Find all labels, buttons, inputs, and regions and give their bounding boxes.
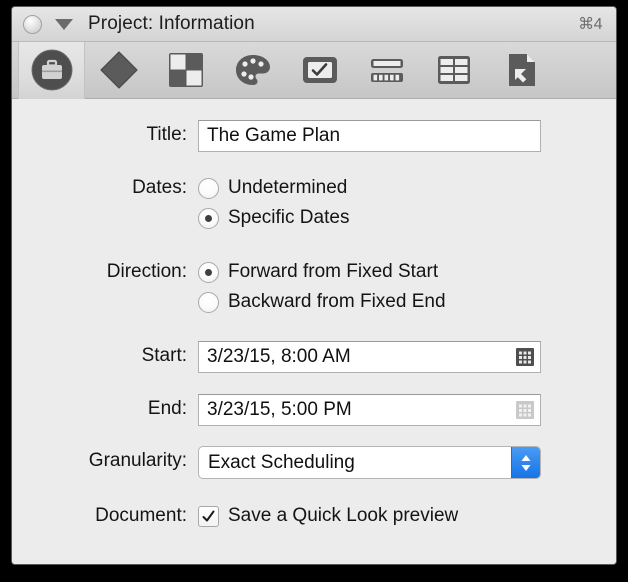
end-calendar-grid-icon[interactable] — [516, 401, 534, 419]
chevron-up-down-icon[interactable] — [511, 447, 540, 478]
radio-icon-undetermined — [198, 177, 219, 199]
inspector-form: Title: The Game Plan Dates: Undetermined… — [12, 99, 616, 564]
start-date-value: 3/23/15, 8:00 AM — [207, 346, 351, 367]
bar-levels-icon — [370, 59, 403, 82]
granularity-value: Exact Scheduling — [208, 451, 355, 473]
start-label: Start: — [141, 345, 187, 366]
diamond-icon — [99, 51, 138, 89]
checkmark-icon — [202, 510, 215, 521]
titlebar: Project: Information ⌘4 — [12, 7, 616, 42]
radio-label-specific-dates: Specific Dates — [228, 207, 350, 228]
dates-label: Dates: — [132, 177, 187, 198]
row-start: Start: 3/23/15, 8:00 AM — [12, 341, 616, 373]
close-orb-button[interactable] — [23, 14, 42, 34]
palette-icon — [235, 55, 270, 85]
checkbox-in-frame-icon — [302, 57, 337, 83]
granularity-popup-button[interactable]: Exact Scheduling — [198, 446, 541, 479]
briefcase-icon — [31, 49, 72, 91]
radio-label-backward: Backward from Fixed End — [228, 291, 446, 312]
row-dates: Dates: Undetermined Specific Dates — [12, 173, 616, 233]
title-value: The Game Plan — [207, 125, 341, 146]
end-date-input[interactable]: 3/23/15, 5:00 PM — [198, 394, 541, 426]
quick-look-checkbox-row[interactable]: Save a Quick Look preview — [198, 501, 616, 531]
radio-direction-forward[interactable]: Forward from Fixed Start — [198, 257, 616, 287]
radio-icon-forward-selected — [198, 261, 219, 283]
start-calendar-grid-icon[interactable] — [516, 348, 534, 366]
start-date-input[interactable]: 3/23/15, 8:00 AM — [198, 341, 541, 373]
row-direction: Direction: Forward from Fixed Start Back… — [12, 257, 616, 317]
end-label: End: — [147, 398, 187, 419]
row-document: Document: Save a Quick Look preview — [12, 501, 616, 531]
toolbar-tab-form[interactable] — [286, 42, 353, 99]
radio-icon-specific-dates-selected — [198, 207, 219, 229]
inspector-window: Project: Information ⌘4 Title: The Game … — [11, 6, 617, 565]
toolbar-tab-task[interactable] — [85, 42, 152, 99]
keyboard-shortcut-label: ⌘4 — [578, 16, 602, 33]
disclosure-triangle-icon[interactable] — [55, 18, 73, 30]
title-input[interactable]: The Game Plan — [198, 120, 541, 152]
radio-label-undetermined: Undetermined — [228, 177, 348, 198]
document-arrow-icon — [508, 54, 535, 86]
row-title: Title: The Game Plan — [12, 120, 616, 152]
row-granularity: Granularity: Exact Scheduling — [12, 446, 616, 479]
checkerboard-icon — [168, 53, 203, 87]
table-grid-icon — [437, 56, 470, 84]
direction-label: Direction: — [106, 261, 187, 282]
toolbar-tab-assignments[interactable] — [152, 42, 219, 99]
toolbar-tab-attachment[interactable] — [487, 42, 554, 99]
radio-icon-backward — [198, 291, 219, 313]
toolbar-tab-table[interactable] — [420, 42, 487, 99]
row-end: End: 3/23/15, 5:00 PM — [12, 394, 616, 426]
quick-look-checkbox-label: Save a Quick Look preview — [228, 505, 459, 526]
window-title: Project: Information — [88, 13, 255, 34]
inspector-toolbar — [12, 41, 616, 99]
end-date-value: 3/23/15, 5:00 PM — [207, 399, 352, 420]
toolbar-tab-project[interactable] — [18, 41, 85, 99]
radio-direction-backward[interactable]: Backward from Fixed End — [198, 287, 616, 317]
radio-label-forward: Forward from Fixed Start — [228, 261, 439, 282]
title-label: Title: — [146, 124, 187, 145]
document-label: Document: — [95, 505, 187, 526]
radio-dates-specific[interactable]: Specific Dates — [198, 203, 616, 233]
toolbar-tab-chart[interactable] — [353, 42, 420, 99]
toolbar-tab-styles[interactable] — [219, 42, 286, 99]
radio-dates-undetermined[interactable]: Undetermined — [198, 173, 616, 203]
granularity-label: Granularity: — [88, 450, 187, 471]
quick-look-checkbox[interactable] — [198, 505, 219, 527]
